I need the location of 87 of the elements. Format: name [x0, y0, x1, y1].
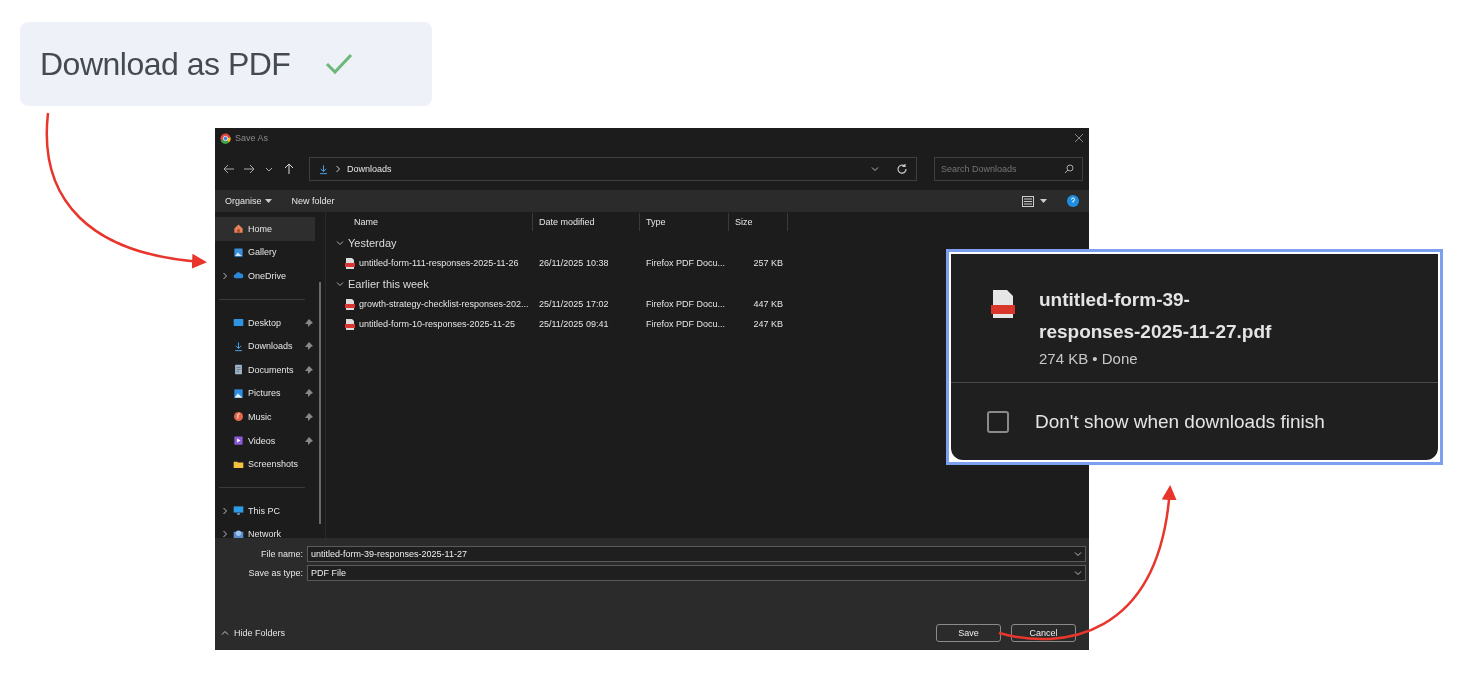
sidebar-item[interactable]: OneDrive — [215, 264, 315, 288]
type-cell-text: Firefox PDF Docu... — [645, 299, 727, 309]
up-arrow-icon[interactable] — [283, 163, 295, 175]
address-bar[interactable]: Downloads — [309, 157, 917, 181]
gallery-icon — [233, 246, 244, 258]
pdf-file-icon — [991, 290, 1015, 320]
pin-icon[interactable] — [305, 436, 313, 445]
search-icon[interactable] — [1063, 163, 1075, 175]
sidebar-item[interactable]: Screenshots — [215, 452, 315, 476]
caret-icon — [264, 198, 272, 204]
sidebar-item[interactable]: Music — [215, 405, 315, 429]
size-cell-text: 247 KB — [752, 319, 784, 329]
organise-menu[interactable]: Organise — [225, 196, 272, 206]
collapse-chevron-icon — [336, 238, 344, 247]
date-cell-text: 25/11/2025 17:02 — [538, 299, 610, 309]
sidebar-item[interactable]: Downloads — [215, 334, 315, 358]
pin-icon[interactable] — [305, 365, 313, 374]
file-name[interactable]: growth-strategy-checklist-responses-202... — [359, 299, 529, 309]
field-label: File name: — [259, 549, 303, 559]
back-arrow-icon[interactable] — [223, 163, 235, 175]
refresh-icon[interactable] — [896, 163, 908, 175]
checkbox-label[interactable]: Don't show when downloads finish — [1035, 410, 1325, 433]
column-header[interactable]: Date modified — [533, 213, 640, 231]
size-cell-text: 447 KB — [752, 299, 784, 309]
expand-chevron-icon[interactable] — [221, 506, 229, 515]
group-header[interactable]: Yesterday — [326, 232, 1089, 253]
breadcrumb-chevron-icon — [334, 165, 342, 173]
download-icon — [318, 163, 329, 175]
dropdown-chevron-icon[interactable] — [1074, 550, 1082, 558]
pdf-file-icon — [345, 318, 355, 330]
sidebar-item[interactable]: Documents — [215, 357, 315, 382]
pdf-file-icon — [345, 298, 355, 310]
window-title: Save As — [235, 133, 269, 143]
breadcrumb-item[interactable]: Downloads — [347, 164, 392, 174]
up-chevron-icon — [221, 629, 229, 637]
home-icon — [233, 223, 244, 235]
file-name[interactable]: untitled-form-10-responses-2025-11-25 — [359, 319, 515, 329]
sidebar-item[interactable]: Gallery — [215, 240, 315, 265]
search-field[interactable]: Search Downloads — [934, 157, 1083, 181]
save-button[interactable]: Save — [936, 624, 1001, 642]
pin-icon[interactable] — [305, 318, 313, 327]
close-icon[interactable] — [1074, 133, 1084, 143]
download-as-pdf-button[interactable]: Download as PDF — [20, 22, 432, 106]
sidebar-item[interactable]: Network — [215, 522, 315, 538]
date-cell-text: 25/11/2025 09:41 — [538, 319, 610, 329]
field-label: Save as type: — [247, 568, 303, 578]
date-cell-text: 26/11/2025 10:38 — [538, 258, 610, 268]
file-name-field[interactable]: untitled-form-39-responses-2025-11-27 — [307, 546, 1086, 562]
hide-folders-button[interactable]: Hide Folders — [221, 628, 286, 638]
file-type-dropdown[interactable]: PDF File — [307, 565, 1086, 581]
dropdown-chevron-icon[interactable] — [871, 165, 879, 173]
column-header[interactable]: Name — [326, 213, 533, 231]
sidebar-item[interactable]: Videos — [215, 428, 315, 453]
type-cell-text: Firefox PDF Docu... — [645, 258, 727, 268]
browser-logo-icon — [220, 132, 231, 144]
forward-arrow-icon[interactable] — [243, 163, 255, 175]
sidebar-item[interactable]: Pictures — [215, 381, 315, 406]
pin-icon[interactable] — [305, 389, 313, 398]
view-options-icon[interactable] — [1022, 195, 1034, 207]
sidebar-item[interactable]: This PC — [215, 498, 315, 523]
size-cell-text: 257 KB — [752, 258, 784, 268]
network-icon — [233, 528, 244, 538]
music-icon — [233, 411, 244, 423]
new-folder-button[interactable]: New folder — [291, 196, 335, 206]
file-name[interactable]: untitled-form-111-responses-2025-11-26 — [359, 258, 519, 268]
dropdown-chevron-icon — [1074, 569, 1082, 577]
download-status: 274 KB • Done — [1039, 350, 1139, 367]
document-icon — [233, 364, 244, 376]
download-icon — [233, 340, 244, 352]
collapse-chevron-icon — [336, 279, 344, 288]
expand-chevron-icon[interactable] — [221, 272, 229, 280]
pin-icon[interactable] — [305, 412, 313, 421]
pictures-icon — [233, 387, 244, 399]
expand-chevron-icon[interactable] — [221, 530, 229, 538]
pdf-file-icon — [345, 257, 355, 269]
sidebar-item[interactable]: Home — [215, 217, 315, 241]
column-header[interactable]: Type — [640, 213, 729, 231]
checkbox[interactable] — [987, 410, 1009, 433]
sidebar-item[interactable]: Desktop — [215, 310, 315, 335]
column-header[interactable]: Size — [729, 213, 788, 231]
video-icon — [233, 435, 244, 447]
pc-icon — [233, 505, 244, 517]
type-cell-text: Firefox PDF Docu... — [645, 319, 727, 329]
desktop-icon — [233, 317, 244, 329]
help-icon[interactable] — [1067, 195, 1079, 207]
caret-icon[interactable] — [1040, 198, 1047, 204]
pin-icon[interactable] — [305, 342, 313, 351]
